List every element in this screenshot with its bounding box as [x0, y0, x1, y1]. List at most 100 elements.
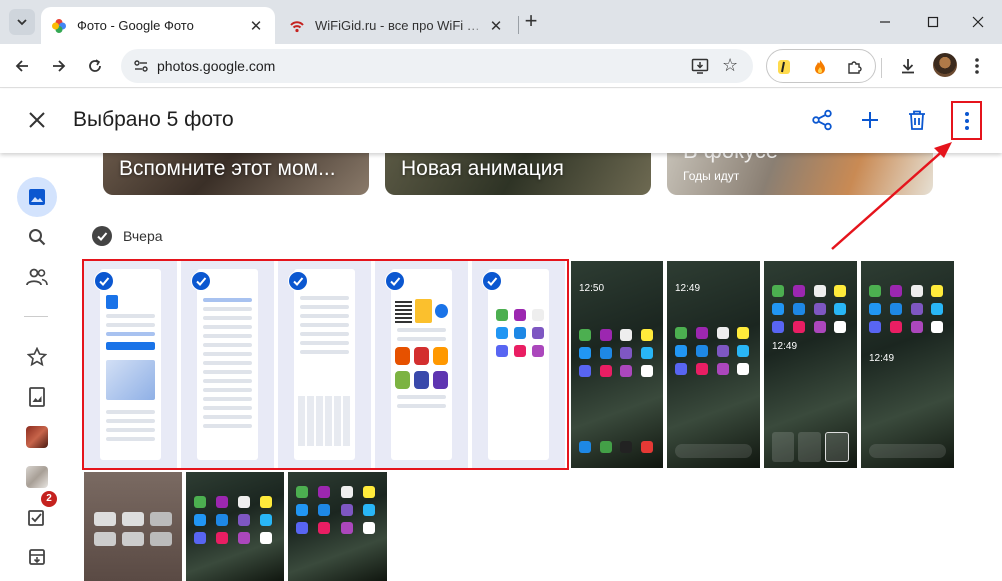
photo-tile[interactable]: [472, 261, 565, 468]
arrow-back-icon: [15, 60, 28, 72]
selected-check-icon[interactable]: [191, 271, 211, 291]
delete-button[interactable]: [904, 107, 930, 133]
yandex-extension-icon[interactable]: [775, 58, 793, 76]
close-tab-icon[interactable]: ✕: [487, 17, 505, 35]
selected-check-icon[interactable]: [288, 271, 308, 291]
archive-icon: [29, 549, 45, 565]
photo-tile[interactable]: [84, 472, 182, 581]
delete-icon: [909, 110, 925, 130]
selected-check-icon[interactable]: [94, 271, 114, 291]
reload-icon: [89, 59, 101, 72]
photo-tile[interactable]: 12:49: [861, 261, 954, 468]
select-day-checkbox[interactable]: [92, 226, 112, 246]
nav-albums[interactable]: [17, 377, 57, 417]
site-info-icon[interactable]: [133, 58, 149, 74]
people-icon: [26, 268, 48, 286]
tab-title: Фото - Google Фото: [77, 18, 194, 33]
chevron-down-icon: [17, 19, 27, 26]
arrow-forward-icon: [53, 60, 66, 72]
screen-time: 12:49: [869, 353, 895, 364]
tab-wifigid[interactable]: WiFiGid.ru - все про WiFi и бес ✕: [279, 7, 515, 44]
photo-tile[interactable]: [278, 261, 371, 468]
reload-button[interactable]: [82, 53, 108, 79]
extensions-puzzle-icon[interactable]: [845, 58, 863, 76]
more-options-button[interactable]: [951, 101, 982, 140]
memory-subtitle: Годы идут: [683, 169, 740, 183]
profile-avatar[interactable]: [933, 53, 957, 77]
selected-check-icon[interactable]: [385, 271, 405, 291]
screen-time: 12:50: [579, 283, 605, 294]
nav-search[interactable]: [17, 217, 57, 257]
photo-tile[interactable]: 12:50: [571, 261, 663, 468]
selection-header: Выбрано 5 фото: [0, 89, 1002, 153]
notification-badge: 2: [41, 491, 57, 507]
tab-divider: [518, 16, 519, 34]
nav-album-1[interactable]: [17, 417, 57, 457]
search-icon: [29, 229, 46, 246]
browser-menu-button[interactable]: [964, 53, 990, 79]
share-button[interactable]: [809, 107, 835, 133]
close-icon: [972, 16, 984, 28]
albums-icon: [29, 387, 45, 407]
selection-count-title: Выбрано 5 фото: [73, 108, 234, 131]
fire-extension-icon[interactable]: [811, 58, 829, 76]
album-thumb-icon: [26, 426, 48, 448]
close-tab-icon[interactable]: ✕: [247, 17, 265, 35]
photos-icon: [29, 189, 45, 205]
nav-favorites[interactable]: [17, 337, 57, 377]
close-window-button[interactable]: [965, 10, 991, 34]
screenshot-thumbnail: [294, 269, 355, 460]
maximize-icon: [927, 16, 939, 28]
toolbar-divider: [881, 58, 882, 78]
clear-selection-button[interactable]: [24, 107, 50, 133]
tab-search-button[interactable]: [9, 9, 35, 35]
add-to-album-button[interactable]: [857, 107, 883, 133]
photo-tile[interactable]: [84, 261, 177, 468]
minimize-icon: [880, 21, 890, 23]
selected-check-icon[interactable]: [482, 271, 502, 291]
url-text: photos.google.com: [157, 58, 276, 74]
tab-google-photos[interactable]: Фото - Google Фото ✕: [41, 7, 275, 44]
download-icon: [902, 59, 914, 74]
downloads-button[interactable]: [895, 53, 921, 79]
screen-time: 12:49: [772, 341, 798, 352]
minimize-button[interactable]: [872, 10, 898, 34]
new-tab-button[interactable]: +: [520, 10, 542, 33]
side-navigation: 2: [0, 153, 72, 581]
more-vert-icon: [975, 58, 979, 74]
extensions-group: [766, 49, 876, 83]
forward-button[interactable]: [46, 53, 72, 79]
tab-title: WiFiGid.ru - все про WiFi и бес: [315, 18, 487, 33]
share-icon: [812, 109, 832, 131]
install-app-icon[interactable]: [691, 57, 709, 75]
screen-time: 12:49: [675, 283, 701, 294]
maximize-button[interactable]: [920, 10, 946, 34]
screenshot-thumbnail: [100, 269, 161, 460]
screenshot-thumbnail: [488, 269, 549, 460]
address-bar[interactable]: photos.google.com ☆: [121, 49, 753, 83]
bookmark-star-icon[interactable]: ☆: [722, 55, 738, 76]
nav-photos[interactable]: [17, 177, 57, 217]
nav-sharing[interactable]: [17, 257, 57, 297]
back-button[interactable]: [9, 53, 35, 79]
album-thumb-icon: [26, 466, 48, 488]
add-icon: [862, 112, 878, 128]
photo-tile[interactable]: [288, 472, 387, 581]
memory-title: Новая анимация: [401, 157, 564, 180]
photo-tile[interactable]: [186, 472, 284, 581]
nav-utilities[interactable]: 2: [17, 491, 57, 537]
more-vert-icon: [964, 111, 969, 130]
photo-tile[interactable]: 12:49: [764, 261, 857, 468]
memory-title: Вспомните этот мом...: [119, 157, 336, 180]
date-group-label: Вчера: [123, 228, 163, 244]
nav-divider: [24, 316, 48, 317]
photo-tile[interactable]: 12:49: [667, 261, 760, 468]
browser-toolbar: photos.google.com ☆: [0, 44, 1002, 88]
photo-tile[interactable]: [181, 261, 274, 468]
star-icon: [27, 347, 47, 367]
google-photos-logo-icon: [52, 18, 66, 33]
browser-tab-strip: Фото - Google Фото ✕ WiFiGid.ru - все пр…: [0, 0, 1002, 44]
photo-tile[interactable]: [375, 261, 468, 468]
nav-archive[interactable]: [17, 537, 57, 577]
utilities-icon: [28, 510, 44, 526]
